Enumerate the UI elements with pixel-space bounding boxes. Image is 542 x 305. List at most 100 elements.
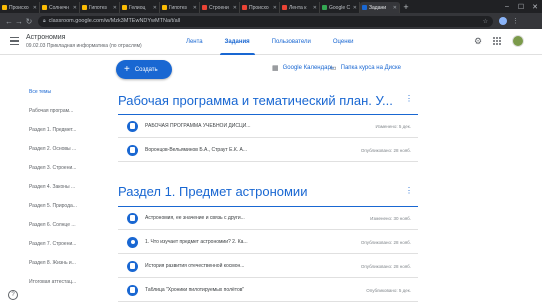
list-item[interactable]: Воронцов-Вельяминов Б.А., Страут Е.К. А.… xyxy=(118,139,418,162)
browser-tab[interactable]: Солнечн ✕ xyxy=(40,2,80,13)
close-icon[interactable]: ✕ xyxy=(393,5,397,11)
help-icon[interactable]: ? xyxy=(8,290,18,300)
course-title[interactable]: Астрономия xyxy=(26,34,65,41)
tab-favicon xyxy=(42,5,47,10)
back-icon[interactable]: ← xyxy=(4,17,14,26)
item-title: 1. Что изучает предмет астрономии? 2. Ка… xyxy=(145,239,248,245)
tab-favicon xyxy=(82,5,87,10)
close-icon[interactable]: ✕ xyxy=(73,5,77,11)
item-title: РАБОЧАЯ ПРОГРАММА УЧЕБНОЙ ДИСЦИ... xyxy=(145,123,251,129)
course-tabs: Лента Задания Пользователи Оценки xyxy=(175,29,365,55)
tab-people[interactable]: Пользователи xyxy=(261,29,322,55)
sidebar-item-topic[interactable]: Раздел 2. Основы ... xyxy=(29,146,76,152)
close-icon[interactable]: ✕ xyxy=(353,5,357,11)
browser-tab[interactable]: Гипотез ✕ xyxy=(160,2,200,13)
tab-title: Происхо xyxy=(249,4,269,11)
browser-tab[interactable]: Гипотез ✕ xyxy=(80,2,120,13)
plus-icon: + xyxy=(124,63,130,75)
tab-feed[interactable]: Лента xyxy=(175,29,214,55)
folder-icon: ▭ xyxy=(330,65,337,72)
browser-tab[interactable]: Происхо ✕ xyxy=(0,2,40,13)
tab-favicon xyxy=(242,5,247,10)
close-icon[interactable]: ✕ xyxy=(233,5,237,11)
user-avatar[interactable] xyxy=(512,35,524,47)
item-date: Опубликовано: 28 нояб. xyxy=(360,263,411,269)
list-item[interactable]: История развития отечественной космон...… xyxy=(118,255,418,278)
close-window-icon[interactable]: ✕ xyxy=(528,3,542,11)
browser-tab-strip: Происхо ✕ Солнечн ✕ Гипотез ✕ Гелиоц ✕ Гипот… xyxy=(0,0,542,13)
drive-folder-link[interactable]: ▭ Папка курса на Диске xyxy=(330,64,401,72)
close-icon[interactable]: ✕ xyxy=(193,5,197,11)
tab-title: Задани xyxy=(369,4,387,11)
item-title: Таблица "Хроники пилотируемых полётов" xyxy=(145,287,245,293)
question-icon xyxy=(127,236,138,248)
sidebar-item-topic[interactable]: Раздел 6. Солнце ... xyxy=(29,222,76,228)
sidebar-item-topic[interactable]: Раздел 4. Законы ... xyxy=(29,184,75,190)
sidebar-item-topic[interactable]: Раздел 5. Природа... xyxy=(29,203,77,209)
browser-tab[interactable]: Строени ✕ xyxy=(200,2,240,13)
google-calendar-link[interactable]: ▦ Google Календарь xyxy=(272,64,334,72)
sidebar-item-topic[interactable]: Раздел 8. Жизнь и... xyxy=(29,260,76,266)
browser-tab[interactable]: Гелиоц ✕ xyxy=(120,2,160,13)
tab-favicon xyxy=(2,5,7,10)
maximize-icon[interactable]: ☐ xyxy=(514,3,528,11)
section-title: Раздел 1. Предмет астрономии xyxy=(118,184,308,199)
sidebar-item-topic[interactable]: Раздел 1. Предмет... xyxy=(29,127,76,133)
assignment-icon xyxy=(127,212,138,224)
tab-title: Солнечн xyxy=(49,4,69,11)
close-icon[interactable]: ✕ xyxy=(153,5,157,11)
url-field[interactable]: 🔒︎ classroom.google.com/w/Mzk3MTEwNDYwMT… xyxy=(38,15,493,27)
sidebar-item-topic[interactable]: Раздел 3. Строени... xyxy=(29,165,76,171)
item-date: Опубликовано: 28 нояб. xyxy=(360,239,411,245)
list-item[interactable]: 1. Что изучает предмет астрономии? 2. Ка… xyxy=(118,231,418,254)
tab-grades[interactable]: Оценки xyxy=(322,29,365,55)
sidebar-item-all-topics[interactable]: Все темы xyxy=(29,89,51,95)
browser-tab[interactable]: Происхо ✕ xyxy=(240,2,280,13)
create-button[interactable]: + Создать xyxy=(116,60,172,79)
tab-favicon xyxy=(362,5,367,10)
close-icon[interactable]: ✕ xyxy=(273,5,277,11)
gear-icon[interactable]: ⚙ xyxy=(474,36,482,47)
apps-grid-icon[interactable] xyxy=(493,37,501,45)
item-title: Воронцов-Вельяминов Б.А., Страут Е.К. А.… xyxy=(145,147,248,153)
browser-menu-icon[interactable]: ⋮ xyxy=(512,17,519,25)
more-options-icon[interactable]: ⋮ xyxy=(405,94,413,103)
lock-icon: 🔒︎ xyxy=(43,18,46,24)
course-subtitle: 09.02.03 Прикладная информатика (по отра… xyxy=(26,43,142,49)
item-date: Изменено: 30 нояб. xyxy=(370,215,411,221)
tab-favicon xyxy=(202,5,207,10)
sidebar-item-topic[interactable]: Раздел 7. Строени... xyxy=(29,241,76,247)
assignment-icon xyxy=(127,284,138,296)
tab-favicon xyxy=(282,5,287,10)
assignment-icon xyxy=(127,260,138,272)
classroom-header: Астрономия 09.02.03 Прикладная информати… xyxy=(0,29,542,55)
assignment-icon xyxy=(127,144,138,156)
profile-avatar[interactable] xyxy=(499,17,507,25)
tab-title: Лента к xyxy=(289,4,307,11)
bookmark-star-icon[interactable]: ☆ xyxy=(483,18,488,25)
browser-tab[interactable]: Лента к ✕ xyxy=(280,2,320,13)
browser-tab[interactable]: Google C ✕ xyxy=(320,2,360,13)
reload-icon[interactable]: ↻ xyxy=(24,17,34,26)
item-date: Опубликовано: 28 нояб. xyxy=(360,147,411,153)
close-icon[interactable]: ✕ xyxy=(33,5,37,11)
sidebar-item-topic[interactable]: Рабочая програм... xyxy=(29,108,73,114)
more-options-icon[interactable]: ⋮ xyxy=(405,186,413,195)
item-title: История развития отечественной космон... xyxy=(145,263,245,269)
sidebar-item-topic[interactable]: Итоговая аттестац... xyxy=(29,279,76,285)
item-date: Изменено: 5 дек. xyxy=(375,123,411,129)
assignment-icon xyxy=(127,120,138,132)
window-controls: – ☐ ✕ xyxy=(500,0,542,13)
menu-icon[interactable] xyxy=(10,37,19,45)
forward-icon[interactable]: → xyxy=(14,17,24,26)
minimize-icon[interactable]: – xyxy=(500,3,514,10)
browser-tab-active[interactable]: Задани ✕ xyxy=(360,2,400,13)
list-item[interactable]: РАБОЧАЯ ПРОГРАММА УЧЕБНОЙ ДИСЦИ... Измен… xyxy=(118,115,418,138)
list-item[interactable]: Астрономия, ее значение и связь с други.… xyxy=(118,207,418,230)
create-button-label: Создать xyxy=(134,66,158,73)
list-item[interactable]: Таблица "Хроники пилотируемых полётов" О… xyxy=(118,279,418,302)
new-tab-button[interactable]: + xyxy=(400,2,412,13)
tab-classwork[interactable]: Задания xyxy=(214,29,261,55)
close-icon[interactable]: ✕ xyxy=(113,5,117,11)
close-icon[interactable]: ✕ xyxy=(313,5,317,11)
